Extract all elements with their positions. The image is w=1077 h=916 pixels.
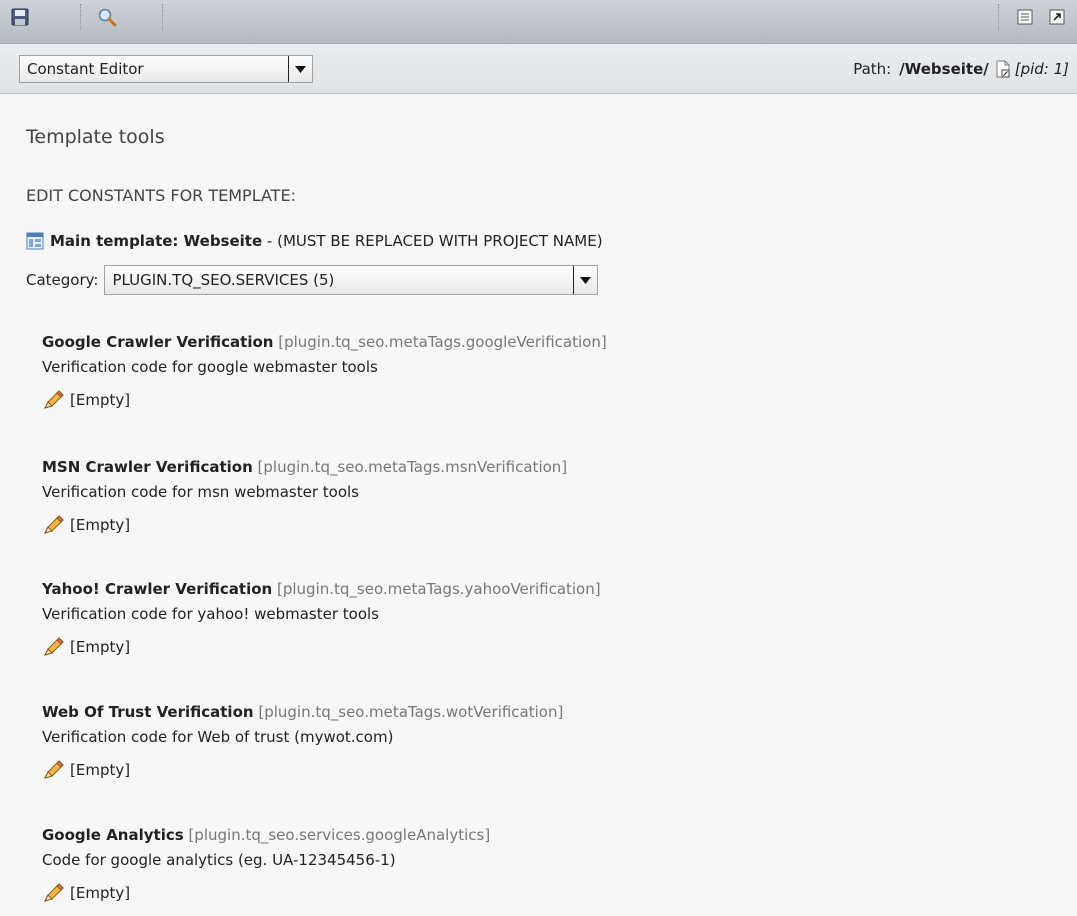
- constant-value[interactable]: [Empty]: [42, 758, 1042, 782]
- constant-description: Verification code for yahoo! webmaster t…: [42, 605, 379, 623]
- constant-item: Google Crawler Verification [plugin.tq_s…: [42, 331, 1042, 412]
- page-shortcut-icon[interactable]: [993, 59, 1013, 79]
- constant-value-text: [Empty]: [70, 638, 131, 656]
- constant-value-text: [Empty]: [70, 884, 131, 902]
- toolbar-separator: [162, 4, 163, 30]
- constant-value-text: [Empty]: [70, 391, 131, 409]
- open-new-window-icon: [1049, 9, 1065, 25]
- template-info: Main template: Webseite - (MUST BE REPLA…: [26, 232, 603, 250]
- constant-key: [plugin.tq_seo.metaTags.msnVerification]: [257, 458, 568, 476]
- view-button[interactable]: [96, 6, 118, 28]
- constant-title: Google Analytics: [42, 826, 184, 844]
- constant-item: Google Analytics [plugin.tq_seo.services…: [42, 824, 1042, 905]
- page-title: Template tools: [26, 126, 165, 148]
- chevron-down-icon: [288, 56, 312, 82]
- section-heading: EDIT CONSTANTS FOR TEMPLATE:: [26, 186, 296, 205]
- clipboard-icon: [1017, 9, 1033, 25]
- view-icon: [98, 8, 117, 27]
- function-menu-value: Constant Editor: [27, 60, 144, 78]
- save-icon: [11, 8, 29, 26]
- constant-value-text: [Empty]: [70, 516, 131, 534]
- category-row: Category: PLUGIN.TQ_SEO.SERVICES (5): [26, 265, 599, 295]
- template-title: Main template: Webseite: [50, 232, 263, 250]
- pencil-icon[interactable]: [42, 636, 66, 658]
- page-id: [pid: 1]: [1014, 60, 1069, 78]
- constant-key: [plugin.tq_seo.metaTags.googleVerificati…: [278, 333, 607, 351]
- pencil-icon[interactable]: [42, 514, 66, 536]
- constant-item: MSN Crawler Verification [plugin.tq_seo.…: [42, 456, 1042, 537]
- toolbar-separator: [80, 4, 81, 30]
- constant-description: Verification code for google webmaster t…: [42, 358, 378, 376]
- category-value: PLUGIN.TQ_SEO.SERVICES (5): [112, 271, 335, 289]
- constant-title: Google Crawler Verification: [42, 333, 274, 351]
- pencil-icon[interactable]: [42, 389, 66, 411]
- category-label: Category:: [26, 271, 99, 289]
- constant-key: [plugin.tq_seo.services.googleAnalytics]: [188, 826, 491, 844]
- template-suffix: - (MUST BE REPLACED WITH PROJECT NAME): [262, 232, 603, 250]
- constant-key: [plugin.tq_seo.metaTags.wotVerification]: [258, 703, 564, 721]
- open-new-window-button[interactable]: [1046, 6, 1068, 28]
- path-info: Path: /Webseite/ [pid: 1]: [853, 59, 1069, 79]
- constant-title: Yahoo! Crawler Verification: [42, 580, 273, 598]
- constant-item: Web Of Trust Verification [plugin.tq_seo…: [42, 701, 1042, 782]
- pencil-icon[interactable]: [42, 759, 66, 781]
- clipboard-button[interactable]: [1014, 6, 1036, 28]
- constant-value[interactable]: [Empty]: [42, 635, 1042, 659]
- pencil-icon[interactable]: [42, 882, 66, 904]
- constant-title: MSN Crawler Verification: [42, 458, 253, 476]
- template-icon: [26, 232, 44, 250]
- constant-value-text: [Empty]: [70, 761, 131, 779]
- constant-item: Yahoo! Crawler Verification [plugin.tq_s…: [42, 578, 1042, 659]
- path-value: /Webseite/: [899, 60, 989, 78]
- constant-value[interactable]: [Empty]: [42, 881, 1042, 905]
- doc-header: Constant Editor Path: /Webseite/ [pid: 1…: [0, 44, 1077, 94]
- constant-description: Verification code for Web of trust (mywo…: [42, 728, 394, 746]
- constant-value[interactable]: [Empty]: [42, 513, 1042, 537]
- category-select[interactable]: PLUGIN.TQ_SEO.SERVICES (5): [104, 265, 599, 295]
- toolbar-separator: [998, 4, 999, 30]
- function-menu-select[interactable]: Constant Editor: [19, 55, 313, 83]
- save-button[interactable]: [9, 6, 31, 28]
- constant-value[interactable]: [Empty]: [42, 388, 1042, 412]
- path-label: Path:: [853, 60, 892, 78]
- constant-description: Code for google analytics (eg. UA-123454…: [42, 851, 396, 869]
- constant-description: Verification code for msn webmaster tool…: [42, 483, 359, 501]
- constant-key: [plugin.tq_seo.metaTags.yahooVerificatio…: [277, 580, 601, 598]
- top-toolbar: [0, 0, 1077, 44]
- chevron-down-icon: [573, 266, 597, 294]
- constant-title: Web Of Trust Verification: [42, 703, 254, 721]
